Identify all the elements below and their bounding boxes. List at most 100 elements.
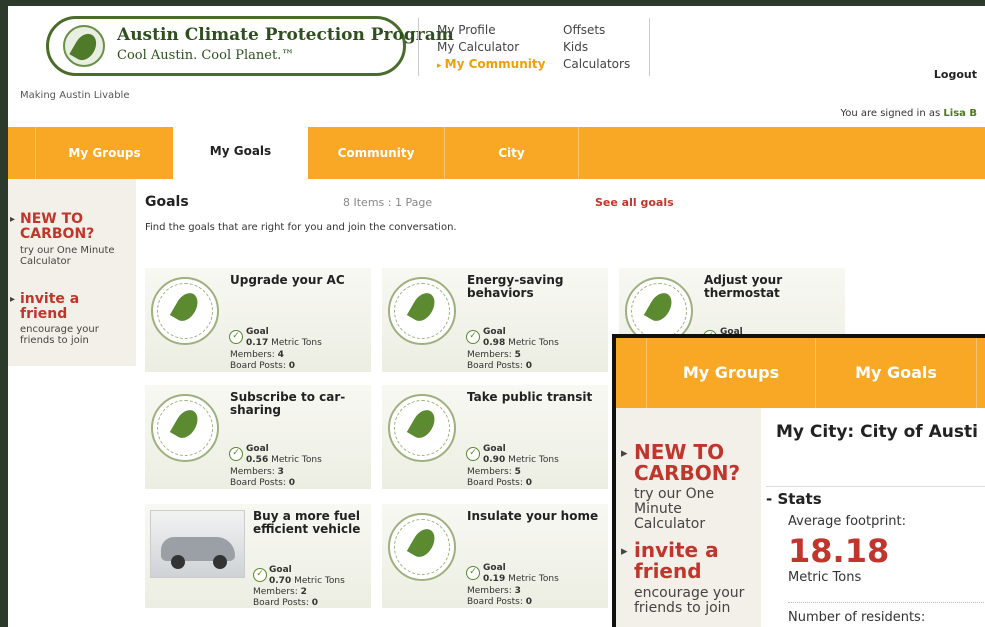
overlay-tab-my-goals[interactable]: My Goals <box>816 338 976 408</box>
goal-label: Goal <box>483 563 506 573</box>
program-seal-icon <box>151 394 219 462</box>
overlay-promo-sidebar: NEW TO CARBON? try our One Minute Calcul… <box>616 408 761 627</box>
goal-card[interactable]: Upgrade your AC ✓ Goal 0.17 Metric Tons … <box>145 268 371 372</box>
members-count: Members: 3 <box>230 467 284 477</box>
site-tagline: Making Austin Livable <box>20 90 130 101</box>
goals-intro: Find the goals that are right for you an… <box>145 222 457 233</box>
members-count: Members: 4 <box>230 350 284 360</box>
overlay-invite-text: encourage your friends to join <box>634 585 745 616</box>
tab-my-groups[interactable]: My Groups <box>36 127 173 179</box>
average-footprint-label: Average footprint: <box>788 514 907 529</box>
goal-card[interactable]: Insulate your home ✓ Goal 0.19 Metric To… <box>382 504 608 608</box>
user-name-link[interactable]: Lisa B <box>943 108 977 119</box>
tab-divider <box>578 127 579 179</box>
goal-card[interactable]: Take public transit ✓ Goal 0.90 Metric T… <box>382 385 608 489</box>
main-tab-bar: My Groups My Goals Community City <box>8 125 985 179</box>
nav-divider <box>649 18 650 76</box>
goal-value: 0.19 Metric Tons <box>483 574 559 584</box>
members-count: Members: 5 <box>467 350 521 360</box>
top-nav-column-2: Offsets Kids Calculators <box>563 22 630 73</box>
checkmark-icon: ✓ <box>253 568 267 582</box>
invite-friend-text: encourage your friends to join <box>20 324 99 346</box>
goals-heading: Goals <box>145 194 189 210</box>
stats-toggle[interactable]: - Stats <box>766 490 822 508</box>
city-zoom-overlay: My Groups My Goals NEW TO CARBON? try ou… <box>612 334 985 627</box>
goal-label: Goal <box>269 565 292 575</box>
checkmark-icon: ✓ <box>466 330 480 344</box>
residents-label: Number of residents: <box>788 610 926 625</box>
tab-city[interactable]: City <box>445 127 578 179</box>
goal-title[interactable]: Upgrade your AC <box>230 274 365 287</box>
program-seal-icon <box>388 277 456 345</box>
nav-my-profile[interactable]: My Profile <box>437 22 545 39</box>
items-count: 8 Items : 1 Page <box>343 196 433 209</box>
signed-in-prefix: You are signed in as <box>840 108 941 119</box>
overlay-tab-bar: My Groups My Goals <box>616 338 985 408</box>
goal-value: 0.17 Metric Tons <box>246 338 322 348</box>
nav-offsets[interactable]: Offsets <box>563 22 630 39</box>
overlay-invite-friend-link[interactable]: invite a friend <box>621 540 759 582</box>
top-nav-column-1: My Profile My Calculator My Community <box>437 22 545 75</box>
members-count: Members: 3 <box>467 586 521 596</box>
board-posts-count: Board Posts: 0 <box>253 598 319 608</box>
board-posts-count: Board Posts: 0 <box>467 478 533 488</box>
nav-calculators[interactable]: Calculators <box>563 56 630 73</box>
average-footprint-unit: Metric Tons <box>788 570 862 585</box>
logout-link[interactable]: Logout <box>934 68 977 81</box>
my-city-heading: My City: City of Austi <box>776 422 978 442</box>
stats-divider <box>766 486 985 488</box>
stats-row-divider <box>788 602 985 603</box>
goal-label: Goal <box>483 444 506 454</box>
goal-label: Goal <box>246 444 269 454</box>
leaf-logo-icon <box>63 25 105 67</box>
one-minute-calculator-text: try our One Minute Calculator <box>20 245 115 267</box>
goal-card[interactable]: Subscribe to car-sharing ✓ Goal 0.56 Met… <box>145 385 371 489</box>
program-seal-icon <box>388 513 456 581</box>
nav-my-community[interactable]: My Community <box>437 56 546 75</box>
goal-value: 0.98 Metric Tons <box>483 338 559 348</box>
signed-in-status: You are signed in as Lisa B <box>840 108 977 119</box>
goal-title[interactable]: Buy a more fuel efficient vehicle <box>253 510 363 536</box>
goal-value: 0.90 Metric Tons <box>483 455 559 465</box>
nav-my-calculator[interactable]: My Calculator <box>437 39 545 56</box>
goal-title[interactable]: Take public transit <box>467 391 602 404</box>
checkmark-icon: ✓ <box>466 447 480 461</box>
goal-title[interactable]: Insulate your home <box>467 510 602 523</box>
tab-divider <box>976 338 977 408</box>
invite-friend-link[interactable]: invite a friend <box>10 292 130 322</box>
average-footprint-value: 18.18 <box>788 532 890 570</box>
overlay-tab-my-groups[interactable]: My Groups <box>647 338 815 408</box>
tab-my-goals[interactable]: My Goals <box>173 125 308 179</box>
overlay-new-to-carbon-link[interactable]: NEW TO CARBON? <box>621 442 759 484</box>
new-to-carbon-link[interactable]: NEW TO CARBON? <box>10 212 130 242</box>
logo-subtitle: Cool Austin. Cool Planet.™ <box>117 48 295 63</box>
goal-title[interactable]: Energy-saving behaviors <box>467 274 602 300</box>
board-posts-count: Board Posts: 0 <box>467 361 533 371</box>
members-count: Members: 2 <box>253 587 307 597</box>
car-photo <box>150 510 245 578</box>
goal-value: 0.70 Metric Tons <box>269 576 345 586</box>
checkmark-icon: ✓ <box>229 330 243 344</box>
goal-card[interactable]: Buy a more fuel efficient vehicle ✓ Goal… <box>145 504 371 608</box>
program-logo[interactable]: Austin Climate Protection Program Cool A… <box>46 16 454 76</box>
program-seal-icon <box>151 277 219 345</box>
checkmark-icon: ✓ <box>229 447 243 461</box>
board-posts-count: Board Posts: 0 <box>230 361 296 371</box>
see-all-goals-link[interactable]: See all goals <box>595 196 674 209</box>
promo-sidebar: NEW TO CARBON? try our One Minute Calcul… <box>8 179 136 366</box>
nav-divider <box>418 18 419 76</box>
site-header: Austin Climate Protection Program Cool A… <box>8 6 985 126</box>
board-posts-count: Board Posts: 0 <box>467 597 533 607</box>
logo-title: Austin Climate Protection Program <box>117 25 454 45</box>
goal-card[interactable]: Energy-saving behaviors ✓ Goal 0.98 Metr… <box>382 268 608 372</box>
goal-title[interactable]: Subscribe to car-sharing <box>230 391 365 417</box>
goal-title[interactable]: Adjust your thermostat <box>704 274 839 300</box>
program-seal-icon <box>388 394 456 462</box>
nav-kids[interactable]: Kids <box>563 39 630 56</box>
goal-label: Goal <box>483 327 506 337</box>
checkmark-icon: ✓ <box>466 566 480 580</box>
tab-community[interactable]: Community <box>308 127 444 179</box>
goal-value: 0.56 Metric Tons <box>246 455 322 465</box>
members-count: Members: 5 <box>467 467 521 477</box>
goal-label: Goal <box>246 327 269 337</box>
